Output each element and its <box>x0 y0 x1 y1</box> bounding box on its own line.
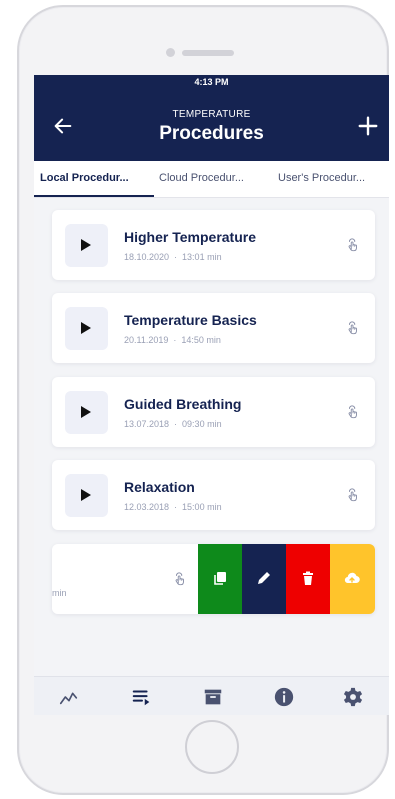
procedure-card[interactable]: Higher Temperature 18.10.2020 · 13:01 min <box>52 210 375 280</box>
copy-button[interactable] <box>198 544 242 614</box>
procedure-meta: 20.11.2019 · 14:50 min <box>124 335 221 345</box>
playlist-icon[interactable] <box>131 686 153 708</box>
swiped-procedure-card[interactable]: min <box>52 544 198 614</box>
procedure-date: 18.10.2020 <box>124 252 170 262</box>
procedure-title: Guided Breathing <box>124 396 242 412</box>
tab-indicator <box>34 195 154 197</box>
procedure-meta: 13.07.2018 · 09:30 min <box>124 419 222 429</box>
touch-icon[interactable] <box>346 238 360 252</box>
bottom-nav <box>34 676 389 715</box>
procedure-card[interactable]: Guided Breathing 13.07.2018 · 09:30 min <box>52 377 375 447</box>
cloud-upload-icon <box>344 572 360 584</box>
tab-local-procedures[interactable]: Local Procedur... <box>40 172 129 184</box>
touch-icon[interactable] <box>346 488 360 502</box>
chart-icon[interactable] <box>58 686 80 708</box>
procedure-duration: 15:00 min <box>182 502 222 512</box>
procedure-card[interactable]: Temperature Basics 20.11.2019 · 14:50 min <box>52 293 375 363</box>
camera <box>166 48 175 57</box>
play-icon <box>81 239 91 251</box>
archive-icon[interactable] <box>202 686 224 708</box>
procedure-title: Higher Temperature <box>124 229 256 245</box>
delete-button[interactable] <box>286 544 330 614</box>
procedure-date: 20.11.2019 <box>124 335 169 345</box>
edit-button[interactable] <box>242 544 286 614</box>
play-icon <box>81 489 91 501</box>
status-time: 4:13 PM <box>194 77 229 87</box>
home-button[interactable] <box>185 720 239 774</box>
gear-icon[interactable] <box>342 686 364 708</box>
play-button[interactable] <box>65 391 108 434</box>
app-screen: 4:13 PM TEMPERATURE Procedures Local Pro… <box>34 75 389 715</box>
procedure-duration: 13:01 min <box>182 252 222 262</box>
play-icon <box>81 406 91 418</box>
swiped-procedure-row[interactable]: min <box>52 544 375 614</box>
tab-bar: Local Procedur... Cloud Procedur... User… <box>34 161 389 198</box>
play-button[interactable] <box>65 224 108 267</box>
pencil-icon <box>258 572 270 584</box>
app-header: 4:13 PM TEMPERATURE Procedures <box>34 75 389 161</box>
play-button[interactable] <box>65 474 108 517</box>
add-icon[interactable] <box>357 115 379 137</box>
procedure-meta: 18.10.2020 · 13:01 min <box>124 252 222 262</box>
play-icon <box>81 322 91 334</box>
procedure-duration: 09:30 min <box>182 419 222 429</box>
procedure-title: Temperature Basics <box>124 312 257 328</box>
trash-icon <box>303 571 313 585</box>
play-button[interactable] <box>65 307 108 350</box>
touch-icon[interactable] <box>346 321 360 335</box>
touch-icon[interactable] <box>346 405 360 419</box>
tab-users-procedures[interactable]: User's Procedur... <box>278 172 365 184</box>
touch-icon[interactable] <box>173 572 187 586</box>
copy-icon <box>214 572 226 585</box>
procedure-title: Relaxation <box>124 479 195 495</box>
procedure-date: 13.07.2018 <box>124 419 170 429</box>
page-title: Procedures <box>159 123 264 144</box>
cloud-upload-button[interactable] <box>330 544 375 614</box>
procedure-meta: 12.03.2018 · 15:00 min <box>124 502 222 512</box>
speaker <box>182 50 234 56</box>
procedure-duration: 14:50 min <box>181 335 221 345</box>
procedure-card[interactable]: Relaxation 12.03.2018 · 15:00 min <box>52 460 375 530</box>
procedure-duration-fragment: min <box>52 588 67 598</box>
header-overline: TEMPERATURE <box>172 109 251 120</box>
procedure-date: 12.03.2018 <box>124 502 170 512</box>
info-icon[interactable] <box>273 686 295 708</box>
tab-cloud-procedures[interactable]: Cloud Procedur... <box>159 172 244 184</box>
